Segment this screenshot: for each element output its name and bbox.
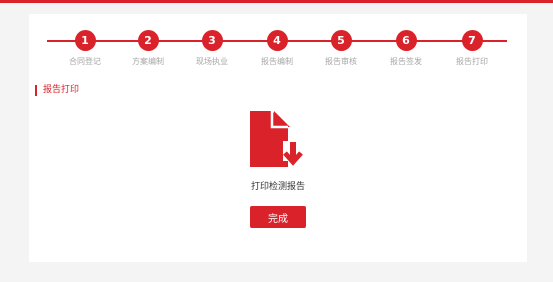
step-label: 现场执业 — [196, 57, 228, 66]
step-label: 报告签发 — [390, 57, 422, 66]
top-accent-bar — [0, 0, 553, 3]
step-report-review[interactable]: 5 报告审核 — [311, 30, 371, 67]
step-plan-preparation[interactable]: 2 方案编制 — [118, 30, 178, 67]
step-number: 7 — [461, 30, 483, 51]
document-label[interactable]: 打印检测报告 — [228, 179, 328, 192]
step-report-printing[interactable]: 7 报告打印 — [442, 30, 502, 67]
step-report-issuance[interactable]: 6 报告签发 — [376, 30, 436, 67]
step-number: 3 — [201, 30, 223, 51]
done-button[interactable]: 完成 — [250, 206, 306, 228]
step-number: 2 — [137, 30, 159, 51]
step-number: 6 — [395, 30, 417, 51]
main-panel: 1 合同登记 2 方案编制 3 现场执业 4 报告编制 5 报告审核 6 报告签… — [29, 14, 527, 262]
step-contract-registration[interactable]: 1 合同登记 — [55, 30, 115, 67]
document-download-icon[interactable] — [250, 111, 304, 171]
section-title: 报告打印 — [35, 85, 79, 96]
step-field-work[interactable]: 3 现场执业 — [182, 30, 242, 67]
step-label: 方案编制 — [132, 57, 164, 66]
step-report-drafting[interactable]: 4 报告编制 — [247, 30, 307, 67]
step-label: 合同登记 — [69, 57, 101, 66]
step-label: 报告编制 — [261, 57, 293, 66]
step-label: 报告审核 — [325, 57, 357, 66]
step-label: 报告打印 — [456, 57, 488, 66]
step-number: 1 — [74, 30, 96, 51]
step-number: 5 — [330, 30, 352, 51]
progress-steps: 1 合同登记 2 方案编制 3 现场执业 4 报告编制 5 报告审核 6 报告签… — [47, 30, 507, 74]
step-number: 4 — [266, 30, 288, 51]
